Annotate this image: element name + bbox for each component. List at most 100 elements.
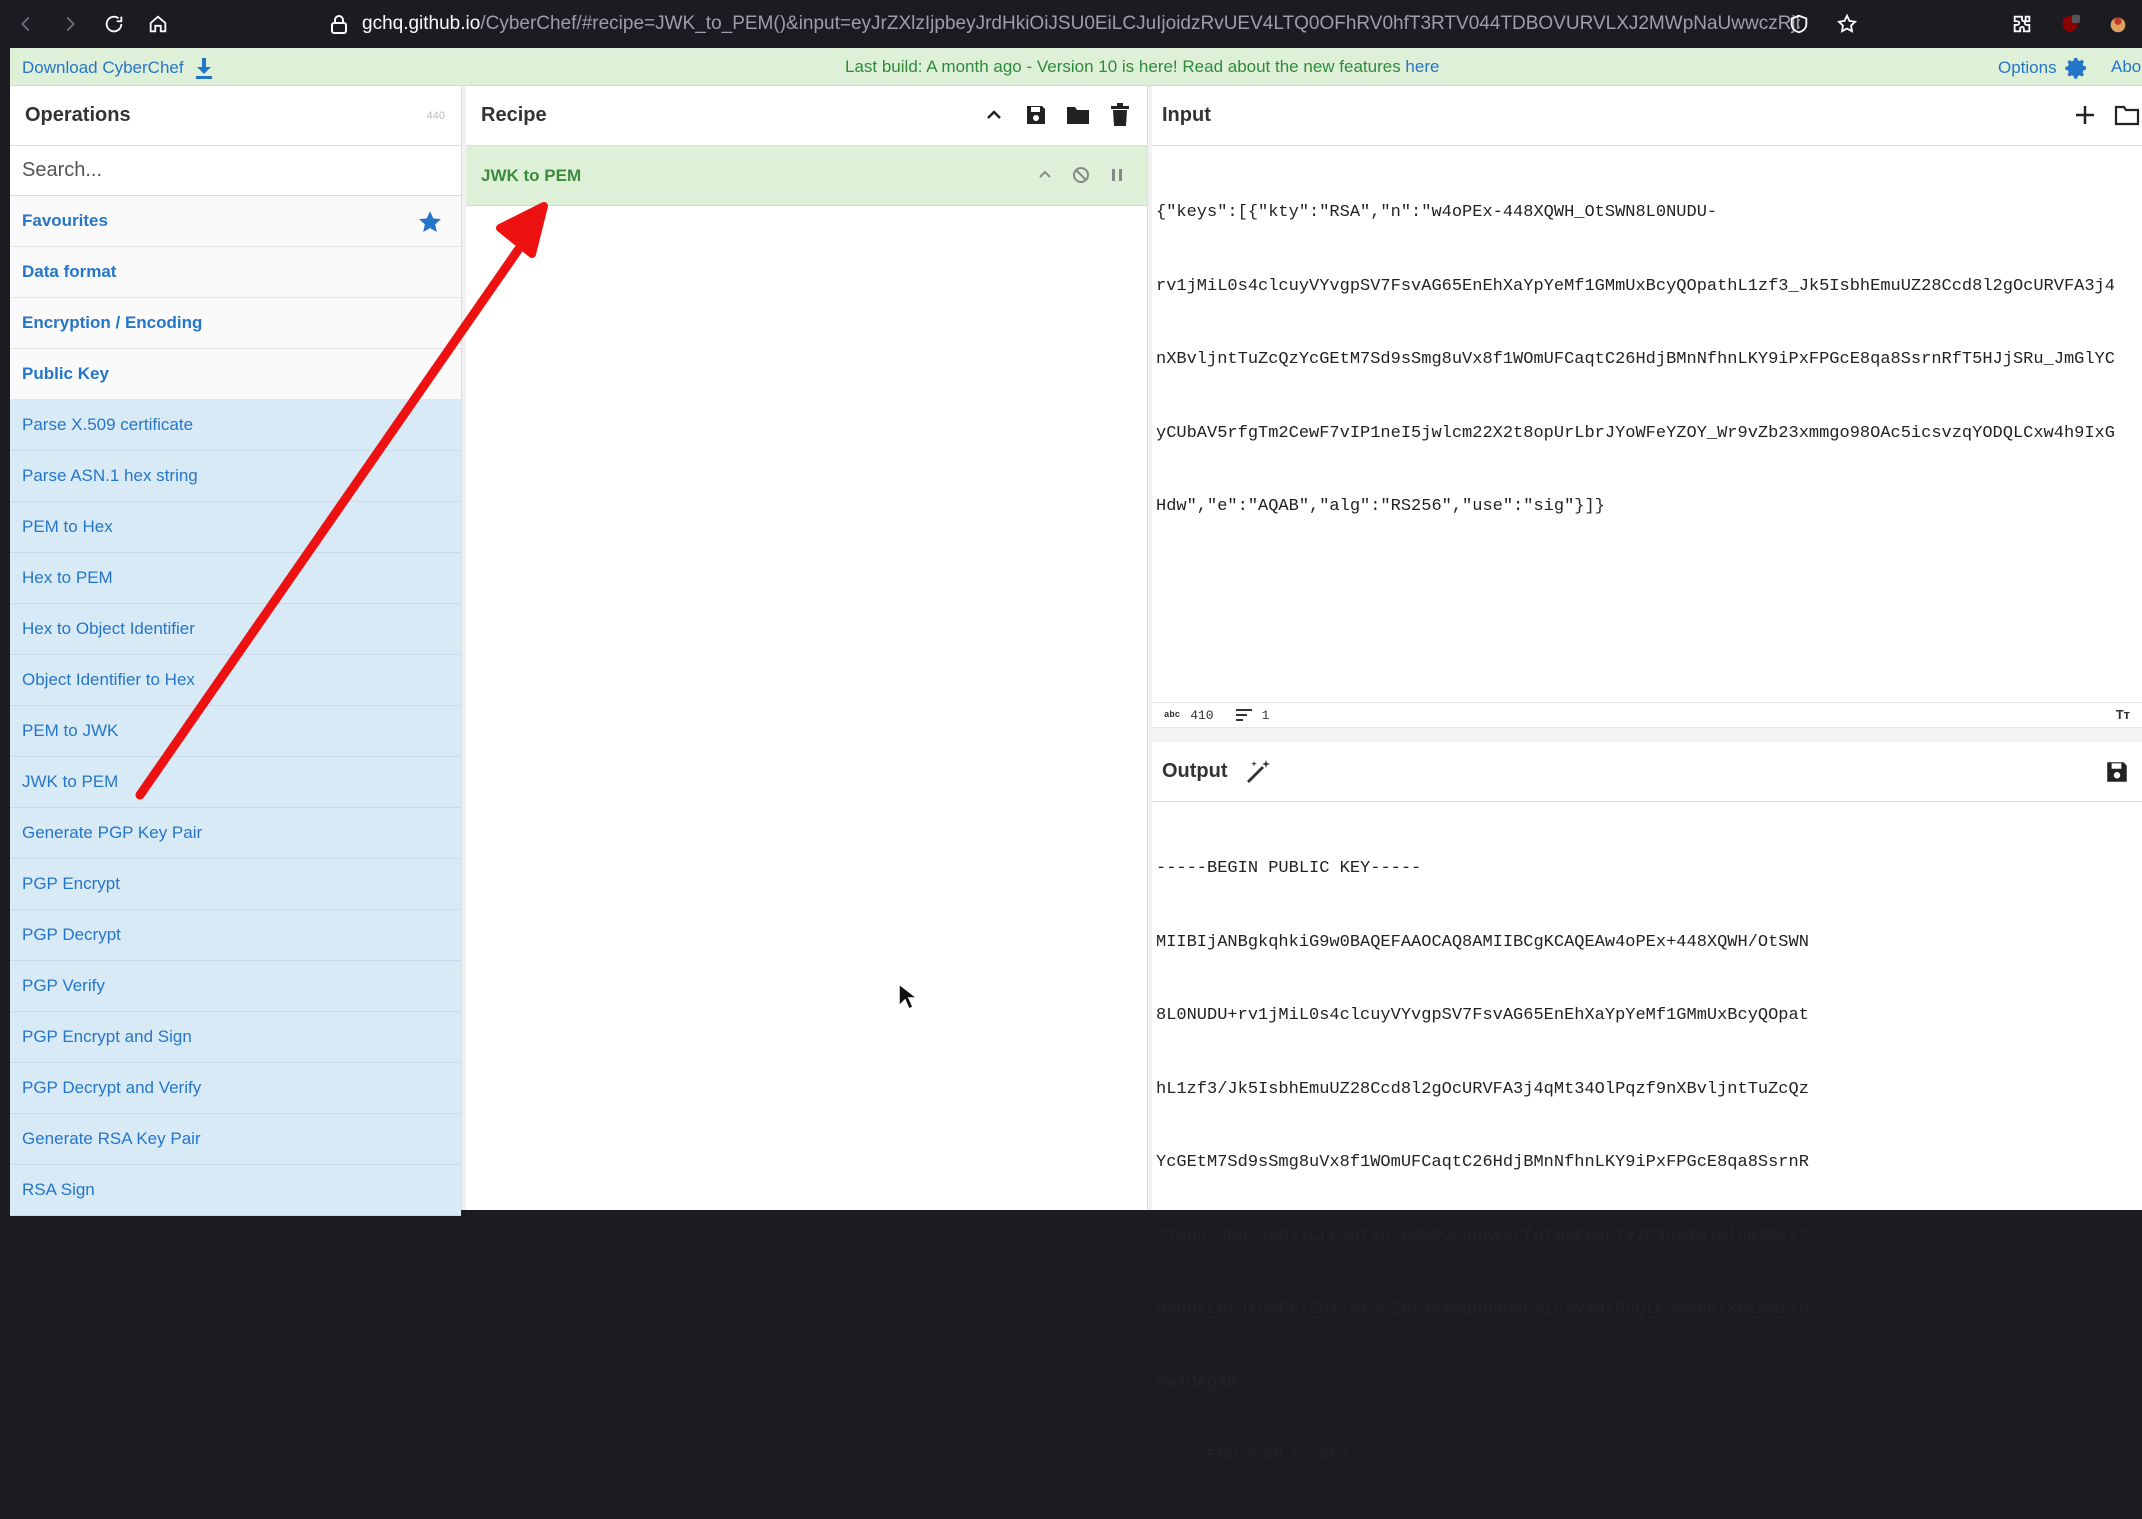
- op-label: Hex to Object Identifier: [22, 619, 195, 638]
- url-host: gchq.github.io: [362, 13, 481, 34]
- op-rsa-sign[interactable]: RSA Sign: [10, 1165, 461, 1216]
- op-hex-to-object-identifier[interactable]: Hex to Object Identifier: [10, 604, 461, 655]
- open-folder-icon[interactable]: [2114, 102, 2140, 128]
- category-data-format[interactable]: Data format: [10, 247, 461, 298]
- line-count-value: 1: [1261, 707, 1270, 723]
- input-line: rv1jMiL0s4clcuyVYvgpSV7FsvAG65EnEhXaYpYe…: [1156, 276, 2115, 296]
- download-label: Download CyberChef: [22, 58, 184, 77]
- reload-icon[interactable]: [92, 2, 136, 46]
- folder-icon[interactable]: [1065, 102, 1091, 128]
- category-label: Encryption / Encoding: [22, 313, 203, 332]
- op-pem-to-hex[interactable]: PEM to Hex: [10, 502, 461, 553]
- category-label: Data format: [22, 262, 117, 281]
- cyberchef-app: Download CyberChef Last build: A month a…: [10, 48, 2142, 1466]
- output-textarea[interactable]: -----BEGIN PUBLIC KEY----- MIIBIjANBgkqh…: [1156, 808, 2142, 1519]
- op-pgp-verify[interactable]: PGP Verify: [10, 961, 461, 1012]
- forward-icon[interactable]: [48, 2, 92, 46]
- output-line: -----BEGIN PUBLIC KEY-----: [1156, 859, 1422, 878]
- chevron-up-icon[interactable]: [1035, 164, 1055, 186]
- op-label: PGP Decrypt: [22, 925, 121, 944]
- lines-icon: [1235, 709, 1252, 721]
- op-pgp-encrypt-and-sign[interactable]: PGP Encrypt and Sign: [10, 1012, 461, 1063]
- output-line: hL1zf3/Jk5IsbhEmuUZ28Ccd8l2gOcURVFA3j4qM…: [1156, 1079, 1809, 1099]
- op-label: PGP Verify: [22, 976, 105, 995]
- op-pem-to-jwk[interactable]: PEM to JWK: [10, 706, 461, 757]
- op-pgp-encrypt[interactable]: PGP Encrypt: [10, 859, 461, 910]
- output-line: YcGEtM7Sd9sSmg8uVx8f1WOmUFCaqtC26HdjBMnN…: [1156, 1153, 1809, 1172]
- op-parse-x509-certificate[interactable]: Parse X.509 certificate: [10, 400, 461, 451]
- disable-icon[interactable]: [1071, 164, 1091, 186]
- category-favourites[interactable]: Favourites: [10, 196, 461, 247]
- op-pgp-decrypt[interactable]: PGP Decrypt: [10, 910, 461, 961]
- chevron-up-icon[interactable]: [981, 102, 1007, 128]
- about-link[interactable]: Abo: [2111, 57, 2141, 77]
- recipe-operation-label: JWK to PEM: [481, 165, 582, 185]
- font-size-icon[interactable]: Tт: [2116, 707, 2130, 722]
- home-icon[interactable]: [136, 2, 180, 46]
- recipe-operation-jwk-to-pem[interactable]: JWK to PEM: [466, 146, 1147, 206]
- op-label: Hex to PEM: [22, 568, 113, 587]
- char-count-value: 410: [1190, 707, 1214, 723]
- op-label: JWK to PEM: [22, 772, 119, 791]
- operations-search-input[interactable]: [22, 159, 449, 182]
- op-jwk-to-pem[interactable]: JWK to PEM: [10, 757, 461, 808]
- op-generate-pgp-key-pair[interactable]: Generate PGP Key Pair: [10, 808, 461, 859]
- trash-icon[interactable]: [1107, 102, 1133, 128]
- op-object-identifier-to-hex[interactable]: Object Identifier to Hex: [10, 655, 461, 706]
- download-cyberchef-link[interactable]: Download CyberChef: [22, 57, 214, 79]
- op-label: Parse X.509 certificate: [22, 415, 194, 434]
- op-label: PEM to JWK: [22, 721, 119, 740]
- category-encryption-encoding[interactable]: Encryption / Encoding: [10, 298, 461, 349]
- options-button[interactable]: Options: [1998, 56, 2089, 80]
- op-parse-asn1-hex-string[interactable]: Parse ASN.1 hex string: [10, 451, 461, 502]
- back-icon[interactable]: [4, 2, 48, 46]
- input-line: nXBvljntTuZcQzYcGEtM7Sd9sSmg8uVx8f1WOmUF…: [1156, 350, 2115, 369]
- notice-text: Last build: A month ago - Version 10 is …: [845, 57, 1406, 76]
- output-line: 8L0NUDU+rv1jMiL0s4clcuyVYvgpSV7FsvAG65En…: [1156, 1006, 1809, 1025]
- input-header-icons: [2072, 102, 2140, 128]
- browser-right-icons: [1775, 0, 1871, 48]
- op-label: PEM to Hex: [22, 517, 113, 536]
- extension-icons: [1998, 0, 2142, 48]
- output-header: Output: [1152, 742, 2142, 802]
- line-count: 1: [1235, 707, 1270, 723]
- op-hex-to-pem[interactable]: Hex to PEM: [10, 553, 461, 604]
- star-icon: [419, 211, 441, 232]
- features-link[interactable]: here: [1405, 57, 1439, 76]
- add-tab-icon[interactable]: [2072, 102, 2098, 128]
- op-pgp-decrypt-and-verify[interactable]: PGP Decrypt and Verify: [10, 1063, 461, 1114]
- input-line: Hdw","e":"AQAB","alg":"RS256","use":"sig…: [1156, 497, 1605, 516]
- io-splitter[interactable]: [1152, 728, 2142, 742]
- bookmark-star-icon[interactable]: [1823, 2, 1871, 46]
- ublock-icon[interactable]: [2046, 2, 2094, 46]
- save-output-icon[interactable]: [2104, 759, 2130, 785]
- magic-wand-icon[interactable]: [1244, 758, 1272, 786]
- op-label: PGP Encrypt and Sign: [22, 1027, 192, 1046]
- category-public-key[interactable]: Public Key: [10, 349, 461, 400]
- extensions-puzzle-icon[interactable]: [1998, 2, 2046, 46]
- profile-avatar-icon[interactable]: [2094, 2, 2142, 46]
- save-icon[interactable]: [1023, 102, 1049, 128]
- recipe-title: Recipe: [481, 104, 547, 126]
- input-line: yCUbAV5rfgTm2CewF7vIP1neI5jwlcm22X2t8opU…: [1156, 423, 2115, 443]
- recipe-operation-controls: [1035, 164, 1127, 186]
- address-bar[interactable]: gchq.github.io/CyberChef/#recipe=JWK_to_…: [330, 6, 1800, 42]
- operations-pane: Operations 440 Favourites Data format En…: [10, 86, 462, 1216]
- op-label: PGP Decrypt and Verify: [22, 1078, 202, 1097]
- op-generate-rsa-key-pair[interactable]: Generate RSA Key Pair: [10, 1114, 461, 1165]
- options-label: Options: [1998, 58, 2057, 77]
- recipe-header-icons: [981, 102, 1133, 128]
- abc-icon: abc: [1164, 710, 1181, 720]
- op-label: Parse ASN.1 hex string: [22, 466, 198, 485]
- input-line: {"keys":[{"kty":"RSA","n":"w4oPEx-448XQW…: [1156, 203, 1718, 222]
- output-line: fT5HJjSRu/JmGlYCrFSof5p/E0WPyCUbAV5rfgTm…: [1156, 1226, 1809, 1246]
- pause-icon[interactable]: [1107, 164, 1127, 186]
- input-textarea[interactable]: {"keys":[{"kty":"RSA","n":"w4oPEx-448XQW…: [1156, 152, 2142, 569]
- char-count: abc 410: [1164, 708, 1214, 723]
- shield-icon[interactable]: [1775, 2, 1823, 46]
- search-container: [10, 146, 461, 196]
- io-pane: Input {"keys":[{"kty":"RSA","n":"w4oPEx-…: [1152, 86, 2142, 1466]
- lock-icon: [330, 14, 348, 34]
- input-status-bar: abc 410 1 Tт: [1152, 702, 2142, 728]
- category-label: Favourites: [22, 211, 108, 230]
